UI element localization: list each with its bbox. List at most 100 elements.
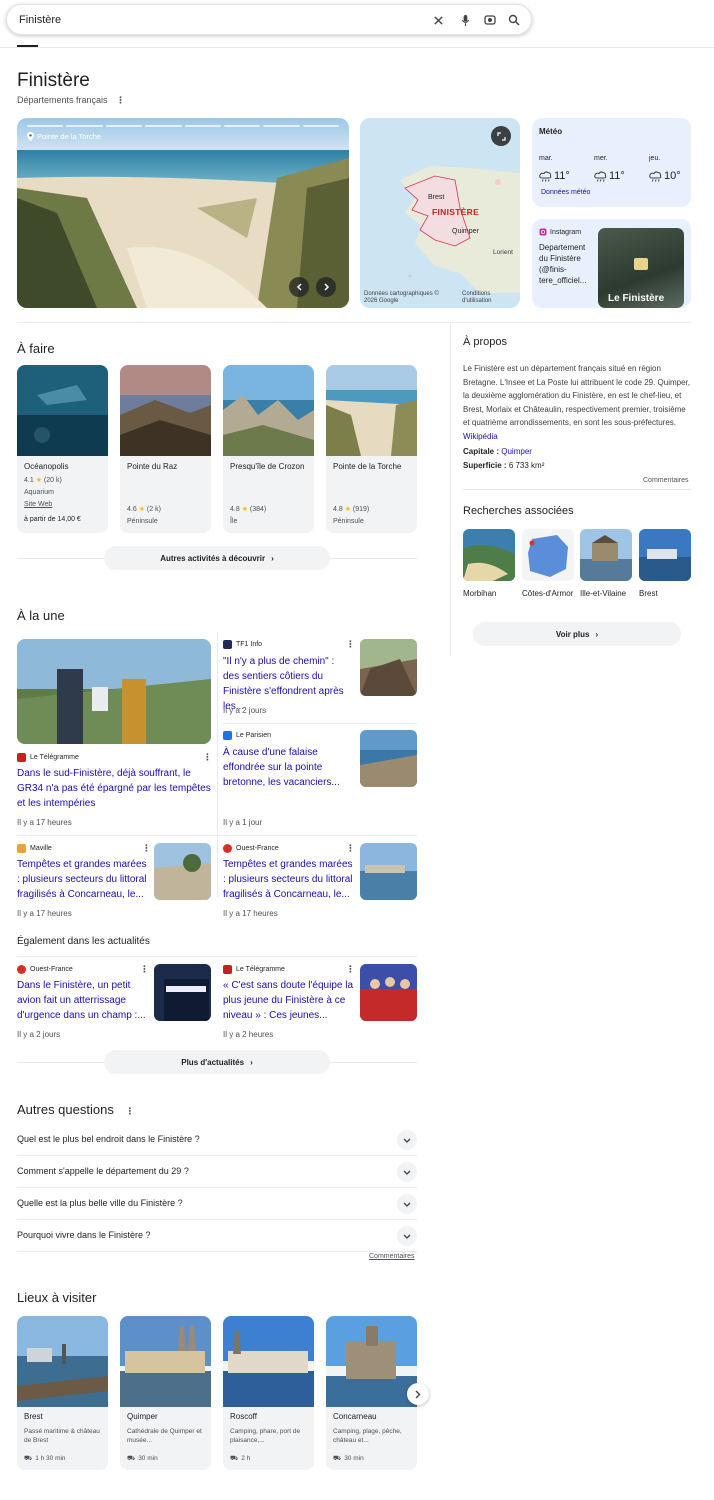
activity-image-crozon	[223, 365, 314, 456]
related-label: Ille-et-Vilaine	[580, 589, 627, 598]
places-next-button[interactable]	[407, 1383, 429, 1405]
news-headline[interactable]: Dans le Finistère, un petit avion fait u…	[17, 978, 147, 1023]
activity-image-oceanopolis	[17, 365, 108, 456]
chevron-down-icon[interactable]	[397, 1130, 417, 1150]
more-options-icon[interactable]: ⋮	[203, 752, 212, 763]
le-telegramme-icon	[17, 753, 26, 762]
related-item[interactable]: Brest	[639, 529, 691, 599]
news-thumbnail[interactable]	[360, 843, 417, 900]
faq-item[interactable]: Pourquoi vivre dans le Finistère ?	[17, 1220, 417, 1252]
map-terms-link[interactable]: Conditions d'utilisation	[462, 291, 512, 305]
news-main-image[interactable]	[17, 639, 211, 744]
news-source: Maville	[17, 844, 52, 853]
place-card[interactable]: Concarneau Camping, plage, pêche, châtea…	[326, 1316, 417, 1470]
faq-feedback-link[interactable]: Commentaires	[369, 1253, 415, 1260]
activity-card[interactable]: Pointe de la Torche 4.8 ★ (919) Péninsul…	[326, 365, 417, 533]
news-time: Il y a 2 jours	[223, 706, 267, 715]
news-thumbnail[interactable]	[360, 639, 417, 696]
clear-icon[interactable]	[430, 12, 446, 28]
faq-item[interactable]: Comment s'appelle le département du 29 ?	[17, 1156, 417, 1188]
news-source: Ouest-France	[17, 965, 73, 974]
chevron-right-icon: ›	[271, 553, 274, 563]
news-headline[interactable]: "Il n'y a plus de chemin" : des sentiers…	[223, 654, 353, 714]
next-button[interactable]	[316, 277, 336, 297]
related-item[interactable]: Côtes-d'Armor	[522, 529, 574, 599]
see-more-button[interactable]: Voir plus ›	[473, 622, 681, 646]
news-divider	[17, 956, 417, 957]
more-options-icon[interactable]: ⋮	[346, 843, 355, 854]
news-headline[interactable]: Dans le sud-Finistère, déjà souffrant, l…	[17, 766, 212, 811]
news-headline[interactable]: À cause d'une falaise effondrée sur la p…	[223, 745, 353, 790]
weather-source-link[interactable]: Données météo	[541, 189, 590, 196]
shore-photo	[154, 843, 211, 900]
search-input[interactable]: Finistère	[19, 14, 61, 26]
news-source: Ouest-France	[223, 844, 279, 853]
more-options-icon[interactable]: ⋮	[125, 1106, 134, 1116]
faq-item[interactable]: Quelle est la plus belle ville du Finist…	[17, 1188, 417, 1220]
about-feedback-link[interactable]: Commentaires	[643, 477, 689, 484]
place-description: Camping, phare, port de plaisance,...	[230, 1428, 301, 1444]
faq-item[interactable]: Quel est le plus bel endroit dans le Fin…	[17, 1124, 417, 1156]
news-divider	[17, 835, 417, 836]
hikers-photo	[17, 639, 211, 744]
expand-map-button[interactable]	[491, 126, 511, 146]
related-item[interactable]: Ille-et-Vilaine	[580, 529, 632, 599]
news-thumbnail[interactable]	[360, 964, 417, 1021]
place-card[interactable]: Roscoff Camping, phare, port de plaisanc…	[223, 1316, 314, 1470]
map-label-brest: Brest	[428, 194, 445, 201]
instagram-text: Departement du Finistère (@finis-tere_of…	[539, 243, 587, 285]
also-in-news-title: Également dans les actualités	[17, 936, 150, 947]
about-area: Superficie : 6 733 km²	[463, 461, 545, 470]
hero-image[interactable]: Pointe de la Torche	[17, 118, 349, 308]
more-options-icon[interactable]: ⋮	[346, 964, 355, 975]
chevron-down-icon[interactable]	[397, 1226, 417, 1246]
activity-card[interactable]: Pointe du Raz 4.6 ★ (2 k) Péninsule	[120, 365, 211, 533]
activity-rating: 4.8 ★ (384)	[230, 506, 267, 513]
related-searches-title: Recherches associées	[463, 505, 574, 517]
capital-link[interactable]: Quimper	[501, 447, 532, 456]
place-card[interactable]: Quimper Cathédrale de Quimper et musée..…	[120, 1316, 211, 1470]
instagram-image-caption: Le Finistère	[608, 293, 665, 304]
activity-card[interactable]: Presqu'île de Crozon 4.8 ★ (384) Île	[223, 365, 314, 533]
place-travel-time: ⛟ 2 h	[230, 1455, 251, 1462]
news-source: Le Parisien	[223, 731, 271, 740]
previous-button[interactable]	[289, 277, 309, 297]
chevron-down-icon[interactable]	[397, 1162, 417, 1182]
chevron-down-icon[interactable]	[397, 1194, 417, 1214]
more-activities-button[interactable]: Autres activités à découvrir ›	[104, 546, 330, 570]
news-headline[interactable]: Tempêtes et grandes marées : plusieurs s…	[223, 857, 353, 902]
more-options-icon[interactable]: ⋮	[346, 639, 355, 650]
microphone-icon[interactable]	[457, 12, 473, 28]
section-divider	[17, 322, 691, 323]
expand-icon	[496, 131, 506, 141]
map-thumbnail[interactable]: Brest FINISTÈRE Quimper Lorient Données …	[360, 118, 520, 308]
more-options-icon[interactable]: ⋮	[142, 843, 151, 854]
more-news-button[interactable]: Plus d'actualités ›	[104, 1050, 330, 1074]
activity-card[interactable]: Océanopolis 4.1 ★ (20 k) Aquarium Site W…	[17, 365, 108, 533]
more-options-icon[interactable]: ⋮	[116, 95, 125, 105]
star-icon: ★	[344, 506, 351, 513]
news-thumbnail[interactable]	[154, 964, 211, 1021]
search-box[interactable]: Finistère	[6, 4, 532, 35]
news-headline[interactable]: Tempêtes et grandes marées : plusieurs s…	[17, 857, 147, 902]
news-thumbnail[interactable]	[154, 843, 211, 900]
more-options-icon[interactable]: ⋮	[140, 964, 149, 975]
instagram-card[interactable]: Instagram Departement du Finistère (@fin…	[532, 219, 691, 308]
weather-card[interactable]: Météo mar. mer. jeu. 11° 11° 10° Données…	[532, 118, 691, 207]
related-item[interactable]: Morbihan	[463, 529, 515, 599]
news-time: Il y a 2 jours	[17, 1030, 61, 1039]
wikipedia-link[interactable]: Wikipédia	[463, 432, 498, 441]
chevron-right-icon	[323, 283, 329, 291]
news-headline[interactable]: « C'est sans doute l'équipe la plus jeun…	[223, 978, 353, 1023]
related-label: Morbihan	[463, 589, 497, 598]
search-icon[interactable]	[506, 12, 522, 28]
activity-price: à partir de 14,00 €	[24, 516, 81, 523]
news-column-divider	[217, 632, 218, 897]
lens-icon[interactable]	[482, 12, 498, 28]
place-name: Quimper	[127, 1412, 158, 1421]
news-thumbnail[interactable]	[360, 730, 417, 787]
place-card[interactable]: Brest Passé maritime & château de Brest …	[17, 1316, 108, 1470]
activity-website-link[interactable]: Site Web	[24, 500, 52, 510]
rain-cloud-icon	[594, 170, 607, 182]
gendarmerie-photo	[154, 964, 211, 1021]
